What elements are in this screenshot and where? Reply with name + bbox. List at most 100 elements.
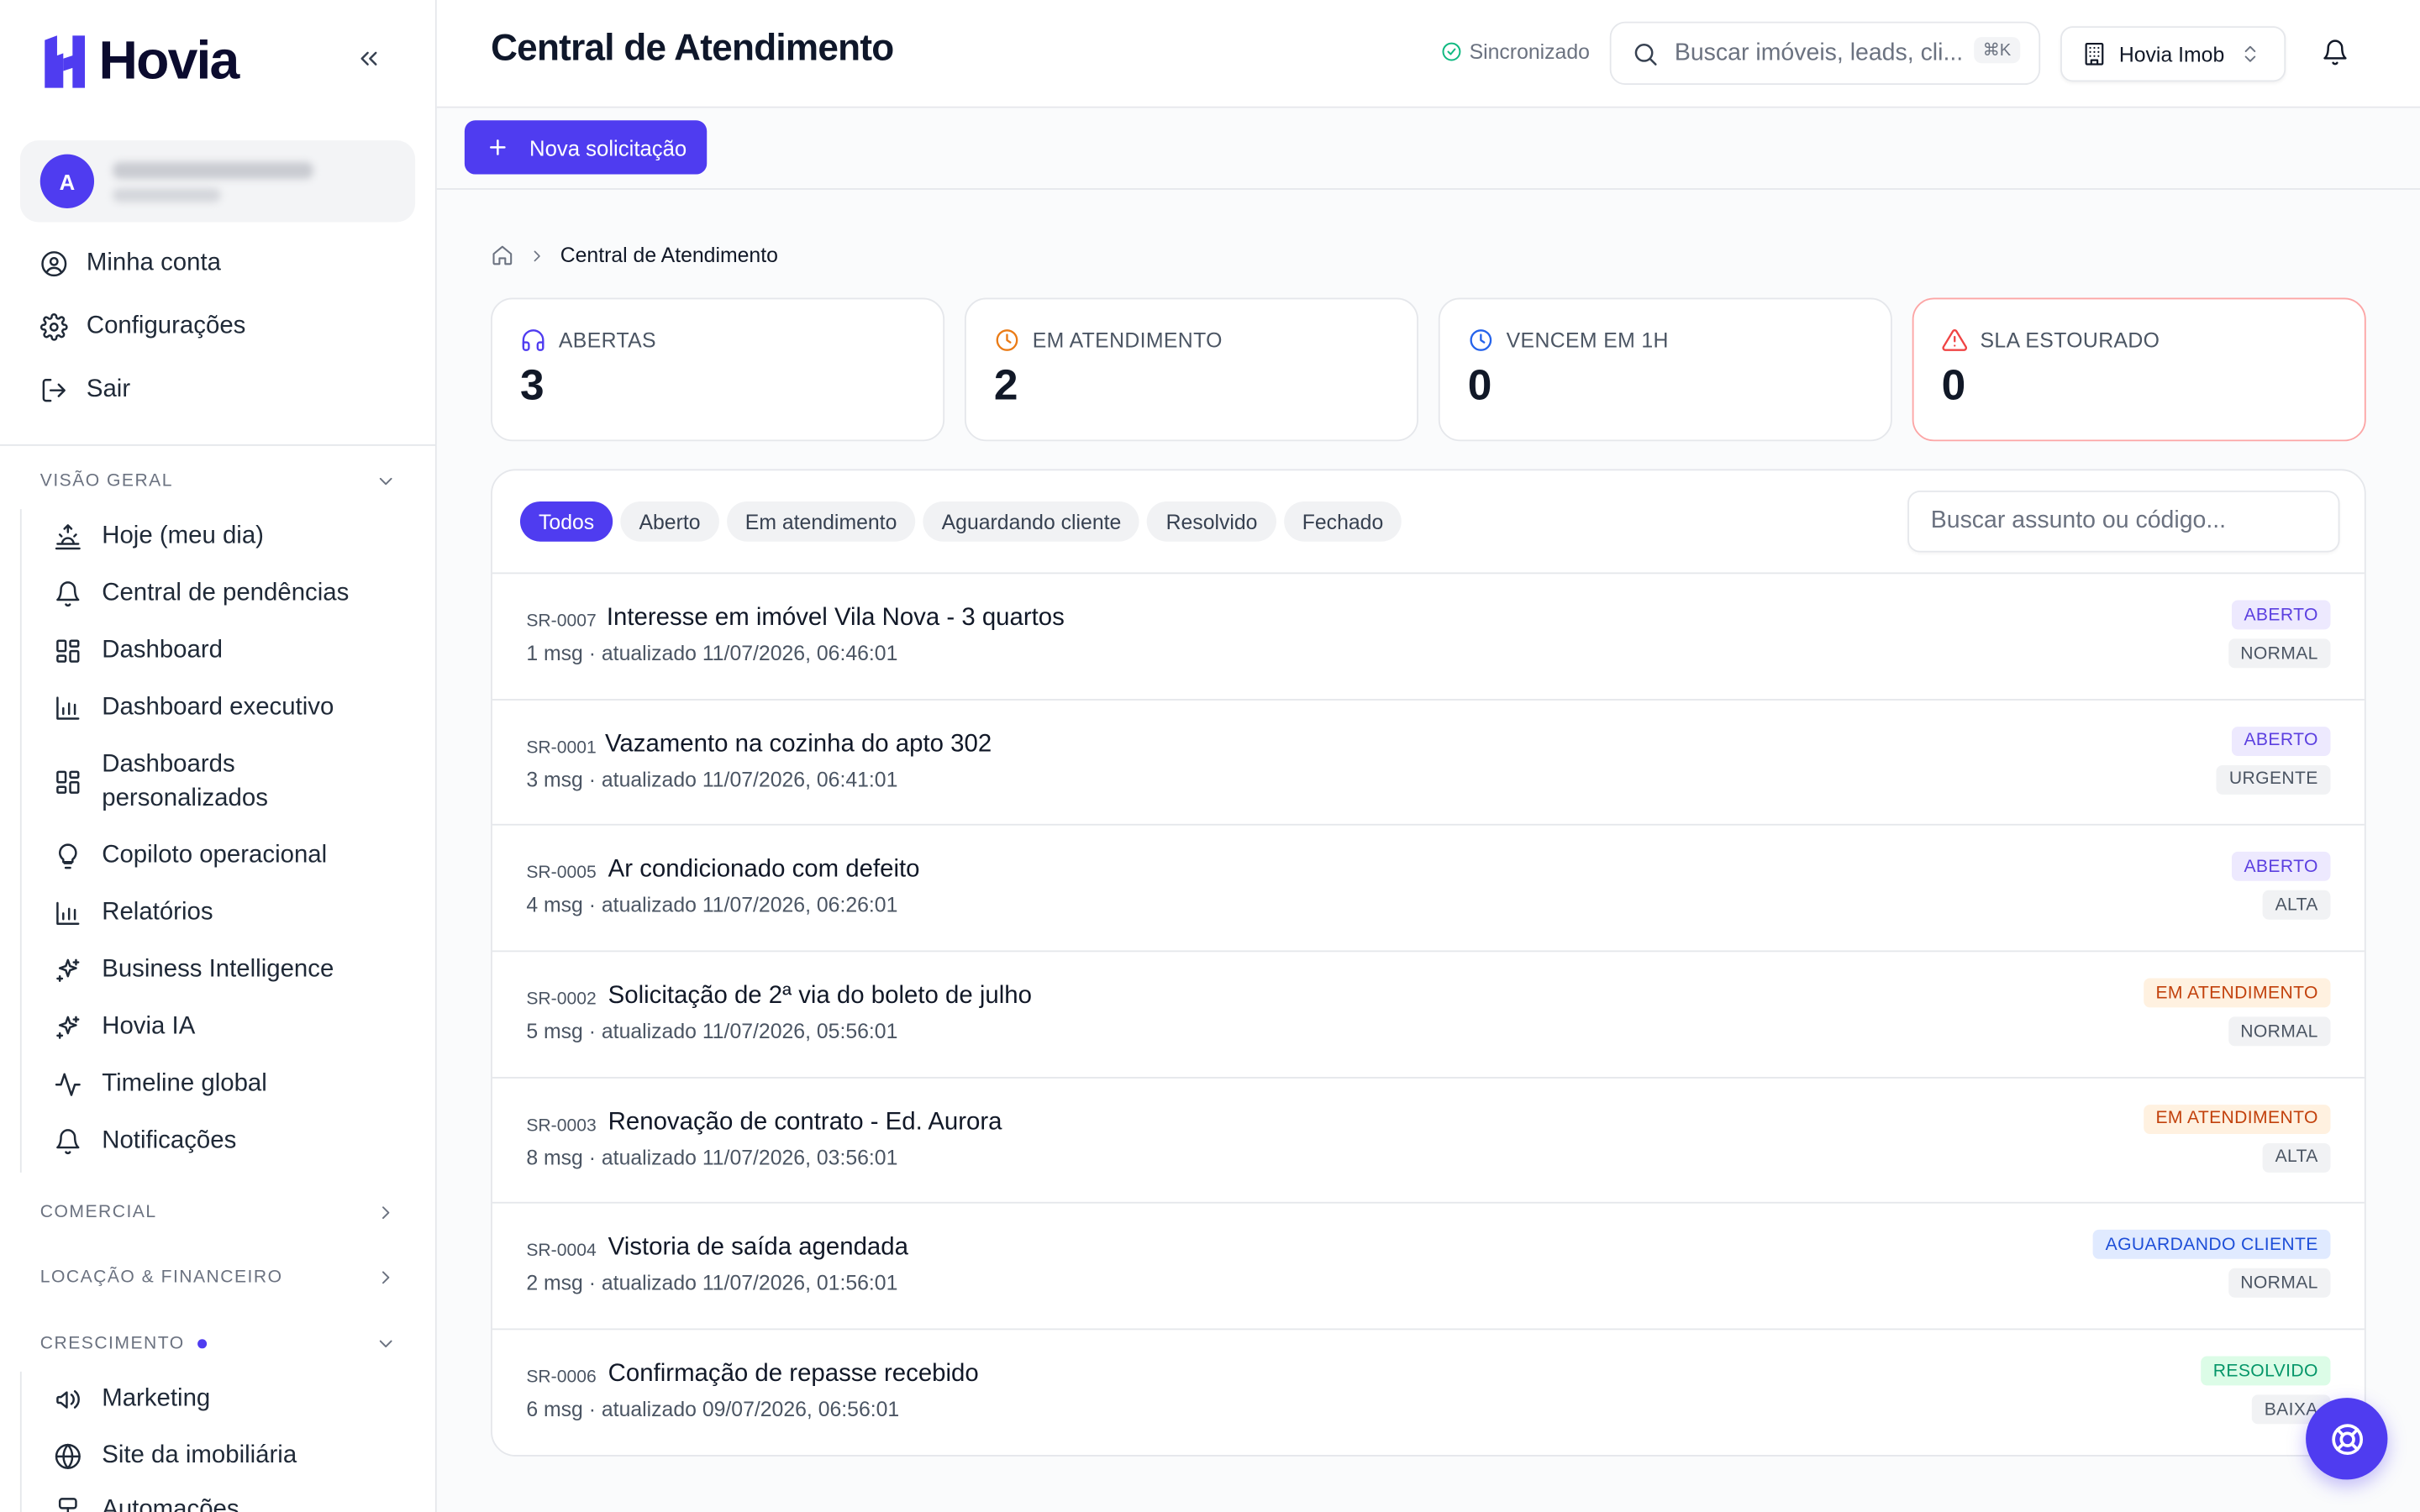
nav-item-bi[interactable]: Business Intelligence: [54, 953, 334, 987]
ticket-meta: 2 msg · atualizado 11/07/2026, 01:56:01: [526, 1272, 898, 1295]
nav-item-dashboard-executivo[interactable]: Dashboard executivo: [54, 691, 334, 725]
clock-icon: [996, 329, 1018, 351]
org-switcher[interactable]: Hovia Imob: [2060, 26, 2286, 82]
chevron-right-icon: [382, 1271, 390, 1284]
nav-item-notificacoes[interactable]: Notificações: [54, 1125, 236, 1158]
nav-label: Marketing: [102, 1385, 211, 1412]
avatar: A: [39, 154, 95, 208]
sparkles-icon: [56, 958, 80, 982]
nav-item-site[interactable]: Site da imobiliária: [54, 1440, 297, 1473]
chevron-down-icon: [379, 1340, 392, 1347]
brand-name: Hovia: [98, 30, 240, 92]
breadcrumb: Central de Atendimento: [491, 244, 778, 267]
menu-minha-conta[interactable]: Minha conta: [40, 250, 221, 278]
priority-badge: ALTA: [2262, 890, 2331, 921]
chevron-down-icon: [379, 477, 392, 486]
status-badge: ABERTO: [2231, 600, 2331, 630]
sunrise-icon: [55, 524, 81, 550]
notifications-button[interactable]: [2321, 39, 2349, 66]
building-icon: [2085, 42, 2104, 66]
nav-item-copiloto[interactable]: Copiloto operacional: [54, 839, 327, 873]
nav-label: Copiloto operacional: [102, 842, 328, 869]
stat-value: 3: [519, 360, 544, 409]
ticket-subject: Interesse em imóvel Vila Nova - 3 quarto…: [606, 605, 1065, 632]
stat-value: 2: [993, 360, 1018, 409]
ticket-row[interactable]: SR-0005 Ar condicionado com defeito 4 ms…: [492, 824, 2365, 951]
stat-card-vencem-1h: VENCEM EM 1H 0: [1438, 297, 1892, 442]
ticket-row[interactable]: SR-0003 Renovação de contrato - Ed. Auro…: [492, 1076, 2365, 1203]
filter-tab-aberto[interactable]: Aberto: [620, 501, 719, 542]
ticket-list: SR-0007 Interesse em imóvel Vila Nova - …: [492, 572, 2365, 1454]
menu-configuracoes[interactable]: Configurações: [39, 313, 245, 341]
nav-item-timeline[interactable]: Timeline global: [54, 1068, 267, 1101]
clock-icon: [1470, 329, 1492, 351]
lightbulb-icon: [59, 843, 77, 869]
priority-badge: NORMAL: [2228, 1268, 2331, 1299]
check-circle-icon: [1442, 42, 1461, 61]
filter-tab-em-atendimento[interactable]: Em atendimento: [726, 501, 916, 542]
nav-label: Dashboards personalizados: [102, 751, 268, 812]
section-crescimento[interactable]: CRESCIMENTO: [40, 1333, 397, 1355]
ticket-subject: Confirmação de repasse recebido: [608, 1361, 979, 1388]
nav-label: Dashboard: [102, 637, 224, 664]
megaphone-icon: [56, 1390, 80, 1409]
filter-tab-resolvido[interactable]: Resolvido: [1147, 501, 1276, 542]
ticket-row[interactable]: SR-0001 Vazamento na cozinha do apto 302…: [492, 698, 2365, 824]
stat-value: 0: [1941, 360, 1966, 409]
section-label: LOCAÇÃO & FINANCEIRO: [39, 1268, 283, 1287]
filter-tab-fechado[interactable]: Fechado: [1283, 501, 1402, 542]
lifebuoy-icon: [2331, 1423, 2363, 1455]
section-visao-geral[interactable]: VISÃO GERAL: [40, 470, 397, 492]
home-icon[interactable]: [491, 244, 514, 267]
ticket-search-input[interactable]: [1907, 491, 2340, 553]
bell-icon: [56, 581, 80, 607]
stat-label-row: SLA ESTOURADO: [1942, 327, 2160, 353]
nav-item-relatorios[interactable]: Relatórios: [54, 896, 213, 930]
nav-item-hoje[interactable]: Hoje (meu dia): [54, 520, 264, 554]
headset-icon: [522, 329, 544, 351]
filter-tab-todos[interactable]: Todos: [519, 501, 613, 542]
status-badge: ABERTO: [2231, 726, 2331, 756]
nav-item-dashboard[interactable]: Dashboard: [54, 634, 223, 668]
nav-item-marketing[interactable]: Marketing: [54, 1383, 210, 1416]
collapse-sidebar-button[interactable]: [355, 45, 382, 72]
ticket-row[interactable]: SR-0007 Interesse em imóvel Vila Nova - …: [492, 572, 2365, 698]
stat-card-abertas: ABERTAS 3: [491, 297, 945, 442]
nav-item-dashboards-personalizados[interactable]: Dashboards personalizados: [54, 748, 316, 816]
section-label: CRESCIMENTO: [39, 1334, 185, 1353]
status-badge: AGUARDANDO CLIENTE: [2092, 1230, 2331, 1260]
nav-item-hovia-ia[interactable]: Hovia IA: [54, 1011, 195, 1044]
ticket-meta: 1 msg · atualizado 11/07/2026, 06:46:01: [526, 642, 898, 665]
chevrons-up-down-icon: [2244, 45, 2256, 62]
help-button[interactable]: [2306, 1398, 2388, 1480]
dashboard-icon: [56, 770, 80, 794]
menu-label: Minha conta: [86, 249, 221, 276]
section-label: VISÃO GERAL: [39, 472, 173, 491]
ticket-row[interactable]: SR-0006 Confirmação de repasse recebido …: [492, 1328, 2365, 1455]
nav-item-automacoes[interactable]: Automações: [54, 1494, 239, 1512]
ticket-row[interactable]: SR-0004 Vistoria de saída agendada 2 msg…: [492, 1202, 2365, 1329]
search-icon: [1634, 43, 1657, 66]
ticket-row[interactable]: SR-0002 Solicitação de 2ª via do boleto …: [492, 950, 2365, 1077]
filter-tab-aguardando-cliente[interactable]: Aguardando cliente: [923, 501, 1140, 542]
nav-label: Hovia IA: [102, 1013, 196, 1040]
nav-item-central-pendencias[interactable]: Central de pendências: [54, 577, 349, 611]
user-card[interactable]: A: [19, 140, 416, 223]
nav-label: Business Intelligence: [102, 956, 334, 984]
brand-logo[interactable]: Hovia: [43, 30, 240, 92]
menu-sair[interactable]: Sair: [40, 376, 130, 404]
section-locacao[interactable]: LOCAÇÃO & FINANCEIRO: [40, 1267, 397, 1289]
new-request-button[interactable]: Nova solicitação: [464, 120, 708, 175]
hovia-logo-icon: [45, 35, 86, 88]
section-comercial[interactable]: COMERCIAL: [40, 1202, 397, 1224]
logout-icon: [42, 379, 66, 402]
chevron-right-icon: [382, 1206, 390, 1220]
new-request-label: Nova solicitação: [529, 134, 687, 160]
gear-icon: [39, 313, 68, 341]
tickets-panel: Todos Aberto Em atendimento Aguardando c…: [491, 469, 2366, 1457]
global-search[interactable]: Buscar imóveis, leads, cli... ⌘K: [1609, 21, 2041, 86]
ticket-code: SR-0003: [526, 1116, 597, 1136]
section-label: COMERCIAL: [39, 1203, 157, 1222]
sync-label: Sincronizado: [1469, 39, 1590, 64]
sparkles-icon: [56, 1016, 80, 1039]
